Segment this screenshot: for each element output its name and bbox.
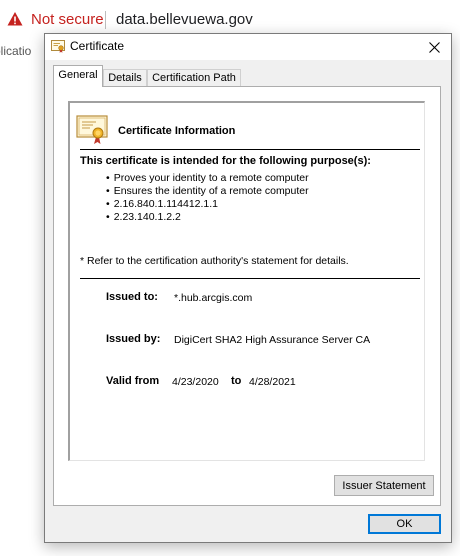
- purpose-heading: This certificate is intended for the fol…: [80, 155, 371, 167]
- purpose-item: 2.16.840.1.114412.1.1: [106, 198, 309, 211]
- purpose-list: Proves your identity to a remote compute…: [106, 172, 309, 224]
- certificate-icon: [51, 40, 65, 53]
- certificate-dialog: Certificate General Details Certificatio…: [44, 33, 452, 543]
- certificate-icon: [76, 115, 108, 144]
- background-text-left: plicatio: [0, 44, 32, 58]
- divider: [80, 278, 420, 279]
- issued-by-label: Issued by:: [106, 333, 161, 345]
- ok-button[interactable]: OK: [368, 514, 441, 534]
- url-separator: [105, 11, 106, 29]
- certificate-info-title: Certificate Information: [118, 125, 236, 137]
- certificate-info-box: Certificate Information This certificate…: [68, 101, 425, 461]
- purpose-item: 2.23.140.1.2.2: [106, 211, 309, 224]
- issuer-statement-button[interactable]: Issuer Statement: [334, 475, 434, 496]
- warning-triangle-icon[interactable]: [7, 11, 23, 27]
- purpose-item: Proves your identity to a remote compute…: [106, 172, 309, 185]
- valid-to-label: to: [231, 375, 242, 387]
- divider: [80, 149, 420, 150]
- tab-general[interactable]: General: [53, 65, 103, 87]
- dialog-title: Certificate: [70, 39, 125, 53]
- valid-to-value: 4/28/2021: [249, 376, 296, 388]
- dialog-titlebar: Certificate: [45, 34, 451, 60]
- issued-to-label: Issued to:: [106, 291, 158, 303]
- valid-from-label: Valid from: [106, 375, 160, 387]
- purpose-item: Ensures the identity of a remote compute…: [106, 185, 309, 198]
- tab-details[interactable]: Details: [103, 69, 147, 87]
- valid-from-value: 4/23/2020: [172, 376, 219, 388]
- security-status-label[interactable]: Not secure: [31, 11, 104, 28]
- issued-by-value: DigiCert SHA2 High Assurance Server CA: [174, 334, 371, 346]
- tab-certification-path[interactable]: Certification Path: [147, 69, 241, 87]
- refer-note: * Refer to the certification authority's…: [80, 255, 349, 267]
- close-button[interactable]: [417, 34, 451, 60]
- url-text[interactable]: data.bellevuewa.gov: [116, 11, 253, 28]
- close-icon: [428, 41, 440, 53]
- issued-to-value: *.hub.arcgis.com: [174, 292, 253, 304]
- general-tab-panel: Certificate Information This certificate…: [53, 86, 441, 506]
